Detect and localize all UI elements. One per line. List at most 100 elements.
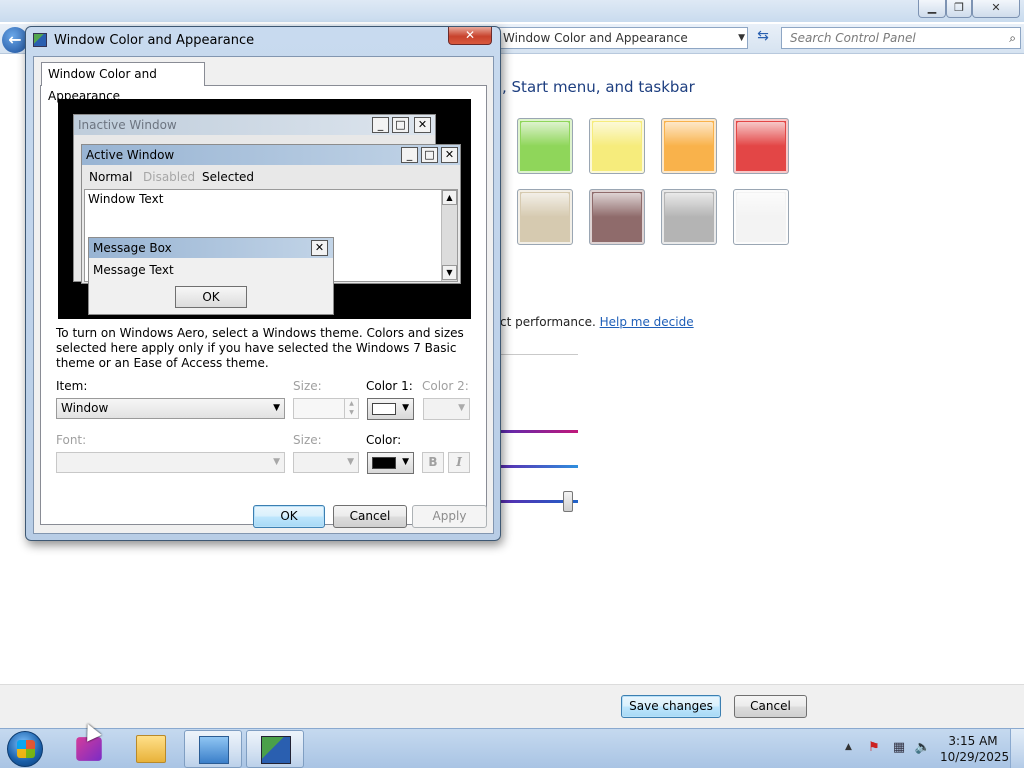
minimize-icon: _ [372,117,389,133]
chevron-down-icon: ▼ [458,403,465,413]
chevron-down-icon: ▼ [402,403,409,413]
preview-ok-button[interactable]: OK [175,286,247,308]
scroll-down-icon[interactable]: ▼ [442,265,457,280]
hue-slider-track[interactable] [500,430,578,433]
aero-info-text: To turn on Windows Aero, select a Window… [56,326,464,370]
close-button[interactable]: ✕ [972,0,1020,18]
color-swatch[interactable] [589,189,645,245]
taskbar-app-control-panel[interactable] [184,730,242,768]
show-hidden-icons[interactable]: ▲ [845,742,852,752]
color-swatch[interactable] [733,118,789,174]
preview-message-box[interactable]: Message Box ✕ Message Text OK [88,237,334,315]
preview-menu-normal[interactable]: Normal [89,167,132,187]
brightness-slider-thumb[interactable] [563,491,573,512]
clock-date: 10/29/2025 [940,750,1010,764]
minimize-icon: _ [401,147,418,163]
folder-icon [136,735,166,763]
window-color-dialog: Window Color and Appearance ✕ Window Col… [25,26,501,541]
tab-window-color[interactable]: Window Color and Appearance [41,62,205,103]
color2-picker[interactable]: ▼ [423,398,470,420]
restore-button[interactable]: ❐ [946,0,972,18]
breadcrumb[interactable]: Window Color and Appearance ▼ [496,27,748,49]
start-button[interactable] [7,731,43,767]
volume-icon[interactable]: 🔈 [914,740,932,756]
item-select-value: Window [61,401,109,415]
chevron-down-icon[interactable]: ▼ [347,453,354,472]
show-desktop-button[interactable] [1010,729,1024,768]
color1-chip [372,403,396,415]
color1-label: Color 1: [366,379,413,393]
maximize-icon: □ [421,147,438,163]
preview-menubar: Normal Disabled Selected [82,167,460,187]
clock-time: 3:15 AM [948,734,998,748]
page-heading: , Start menu, and taskbar [502,78,695,96]
control-panel-icon [33,33,47,47]
chevron-down-icon[interactable]: ▼ [273,453,280,472]
preview-window-text: Window Text [88,192,164,206]
font-color-picker[interactable]: ▼ [367,452,414,474]
preview-message-text: Message Text [93,263,174,277]
color-swatch[interactable] [661,118,717,174]
apply-button[interactable]: Apply [412,505,487,528]
font-label: Font: [56,433,87,447]
taskbar: ▲ ⚑ ▦ 🔈 3:15 AM 10/29/2025 [0,728,1024,768]
divider [500,354,578,355]
font-color-label: Color: [366,433,402,447]
display-icon [261,736,291,764]
dialog-title: Window Color and Appearance [54,33,255,48]
refresh-icon[interactable]: ⇆ [752,28,774,48]
font-select[interactable]: ▼ [56,452,285,473]
chevron-down-icon[interactable]: ▼ [738,28,745,48]
network-icon[interactable]: ▦ [890,740,908,756]
close-icon: ✕ [441,147,458,163]
search-input[interactable]: Search Control Panel ⌕ [781,27,1021,49]
color1-picker[interactable]: ▼ [367,398,414,420]
font-size-label: Size: [293,433,322,447]
ok-button[interactable]: OK [253,505,325,528]
taskbar-app-appearance[interactable] [246,730,304,768]
preview-menu-selected[interactable]: Selected [202,167,254,187]
saturation-slider-track[interactable] [500,465,578,468]
footer-bar: Save changes Cancel [0,684,1024,728]
maximize-icon: □ [392,117,409,133]
color-swatch[interactable] [733,189,789,245]
performance-text: ct performance. Help me decide [500,315,694,329]
italic-button[interactable]: I [448,452,470,473]
item-size-label: Size: [293,379,322,393]
close-icon: ✕ [414,117,431,133]
color-swatch[interactable] [661,189,717,245]
font-color-chip [372,457,396,469]
performance-label: ct performance. [500,315,596,329]
item-size-stepper[interactable]: ▲ ▼ [293,398,359,419]
taskbar-app-explorer[interactable] [122,730,180,768]
control-panel-titlebar: ▁ ❐ ✕ [0,0,1024,22]
clock[interactable]: 3:15 AM 10/29/2025 [940,733,1010,765]
help-me-decide-link[interactable]: Help me decide [600,315,694,329]
chevron-down-icon: ▼ [402,457,409,467]
search-placeholder: Search Control Panel [790,31,916,45]
tab-panel: Inactive Window _ □ ✕ Active Window _ □ … [40,85,487,525]
cancel-button[interactable]: Cancel [333,505,407,528]
windows-logo-icon [17,740,35,758]
font-size-select[interactable]: ▼ [293,452,359,473]
bold-button[interactable]: B [422,452,444,473]
color-swatch[interactable] [517,189,573,245]
preview-scrollbar[interactable]: ▲ ▼ [441,190,457,281]
search-icon[interactable]: ⌕ [1009,28,1016,48]
minimize-button[interactable]: ▁ [918,0,946,18]
item-label: Item: [56,379,88,393]
preview-menu-disabled[interactable]: Disabled [143,167,195,187]
dialog-close-button[interactable]: ✕ [448,27,492,45]
color-swatch[interactable] [589,118,645,174]
spinner-icon[interactable]: ▲ ▼ [344,399,358,418]
scroll-up-icon[interactable]: ▲ [442,190,457,205]
action-center-icon[interactable]: ⚑ [865,740,883,756]
chevron-down-icon[interactable]: ▼ [273,399,280,418]
save-changes-button[interactable]: Save changes [621,695,721,718]
item-select[interactable]: Window ▼ [56,398,285,419]
breadcrumb-text: Window Color and Appearance [503,31,688,45]
appearance-preview[interactable]: Inactive Window _ □ ✕ Active Window _ □ … [58,99,471,319]
control-panel-icon [199,736,229,764]
cancel-button[interactable]: Cancel [734,695,807,718]
color-swatch[interactable] [517,118,573,174]
